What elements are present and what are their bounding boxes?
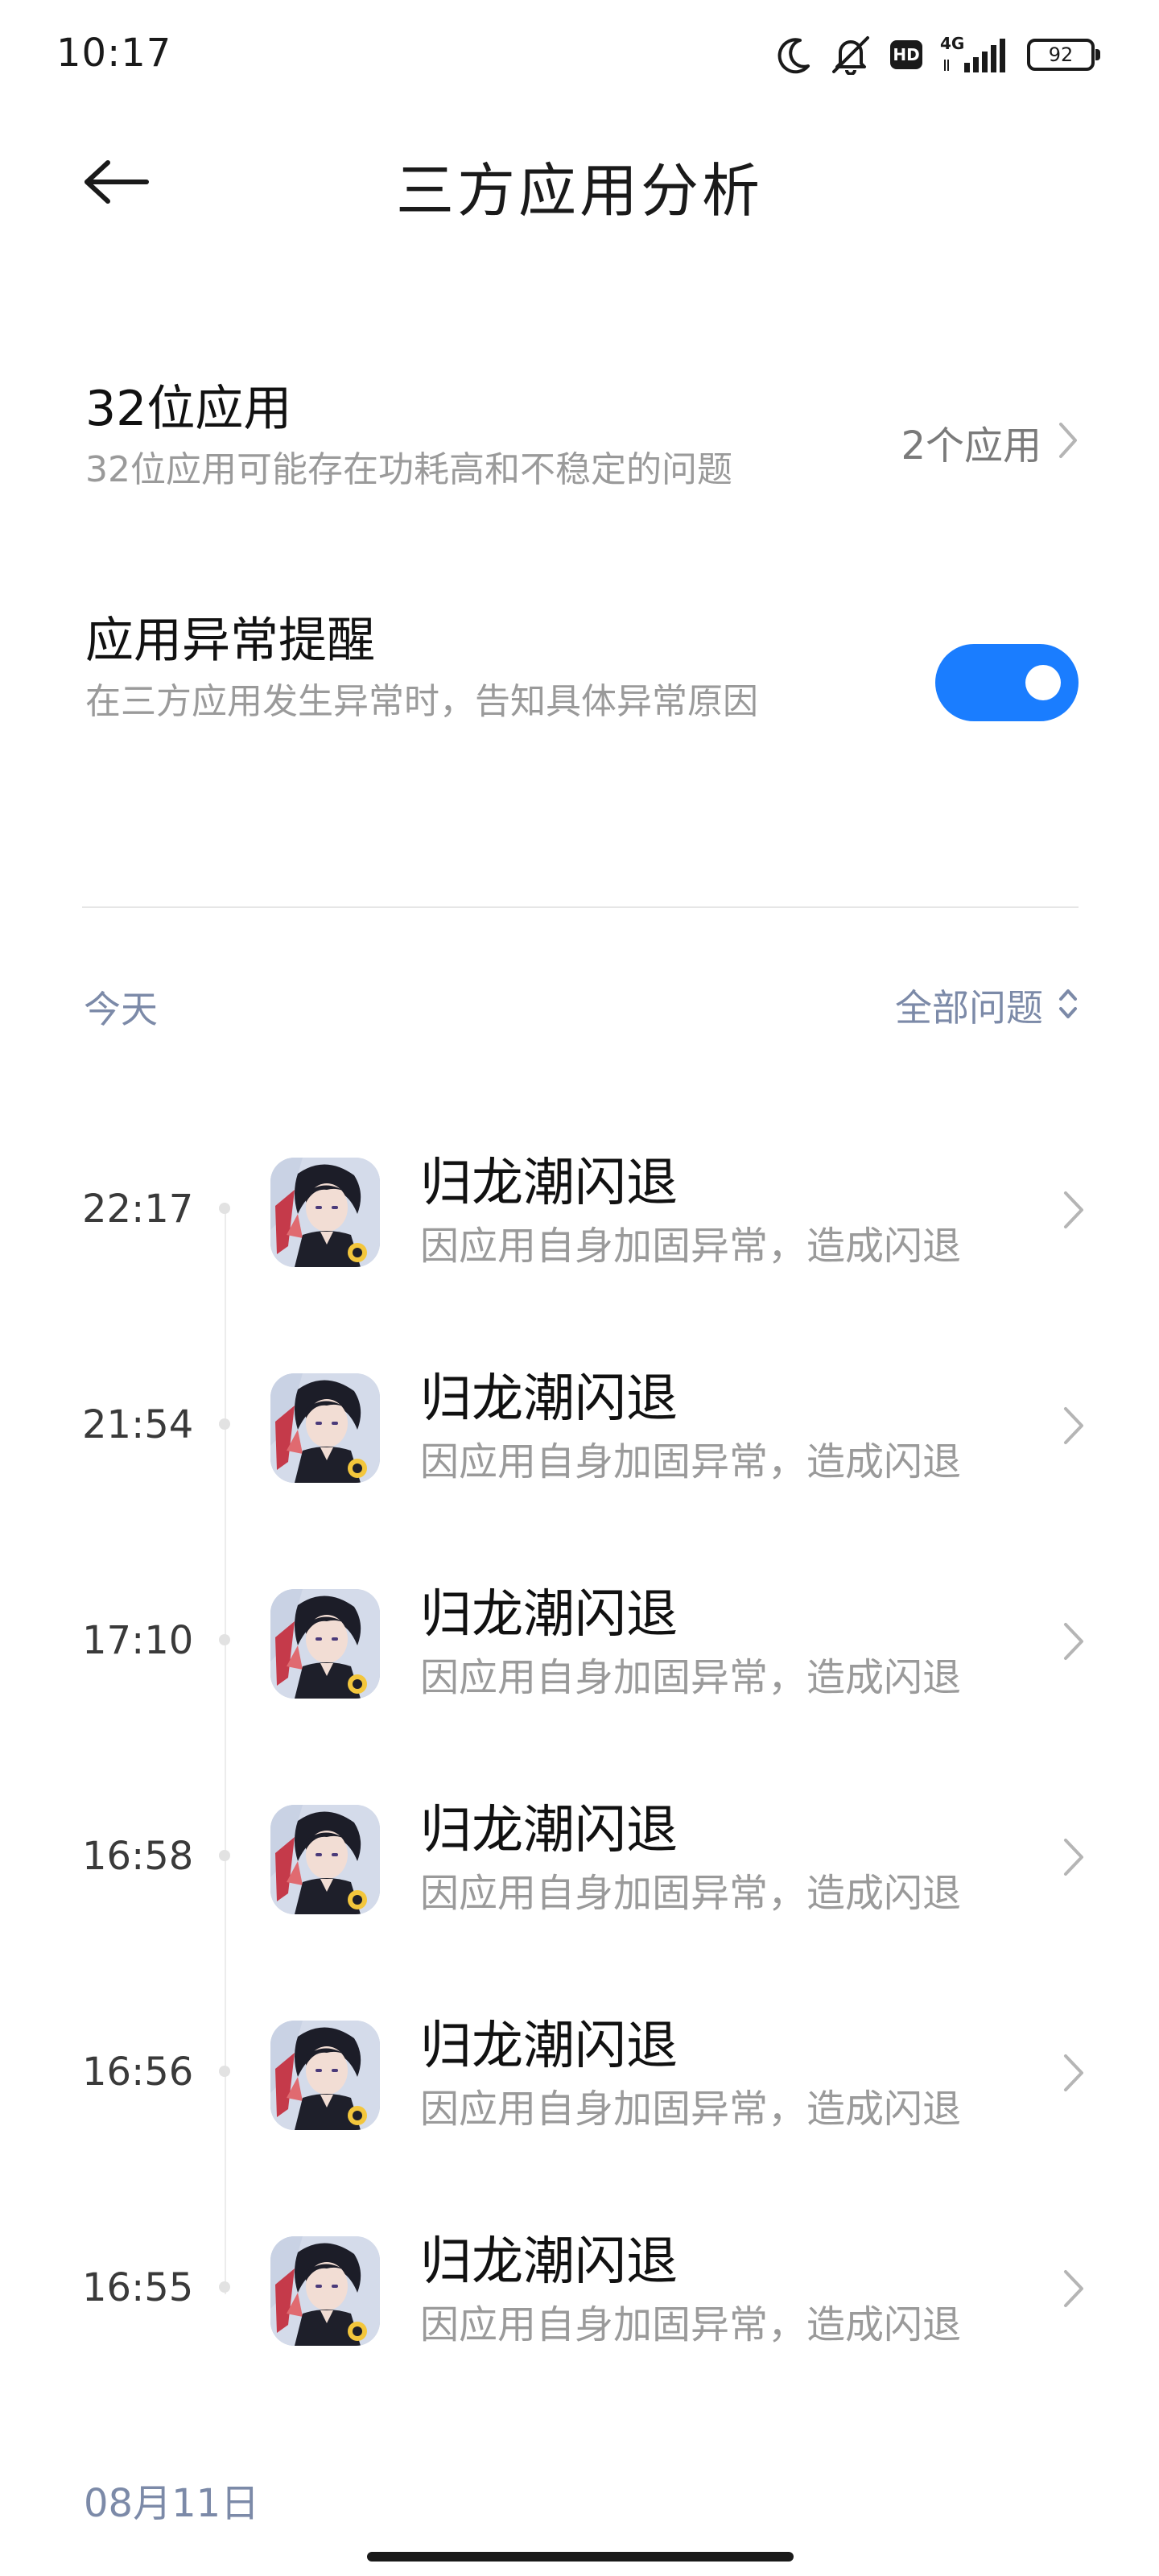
- setting-value: 2个应用: [901, 414, 1079, 470]
- event-description: 因应用自身加固异常，造成闪退: [420, 1871, 962, 1916]
- chevron-right-icon: [1062, 2053, 1085, 2096]
- event-time: 17:10: [82, 1618, 194, 1663]
- section-label-today: 今天: [84, 988, 158, 1031]
- crash-event-row[interactable]: 22:17 归龙潮闪退 因应用自身加固异常，造成闪退: [0, 1127, 1159, 1288]
- battery-icon: 92: [1027, 39, 1100, 71]
- chevron-right-icon: [1058, 421, 1079, 463]
- crash-event-row[interactable]: 16:55 归龙潮闪退 因应用自身加固异常，造成闪退: [0, 2206, 1159, 2367]
- status-time: 10:17: [56, 31, 172, 76]
- event-time: 16:56: [82, 2050, 194, 2095]
- app-icon: [270, 1158, 380, 1267]
- chevron-right-icon: [1062, 1406, 1085, 1449]
- status-bar: 10:17 HD 4G 92: [0, 0, 1159, 105]
- chevron-right-icon: [1062, 1837, 1085, 1880]
- timeline-dot: [219, 1418, 230, 1430]
- hd-badge: HD: [890, 40, 922, 69]
- app-icon: [270, 1373, 380, 1483]
- divider: [82, 906, 1079, 908]
- event-description: 因应用自身加固异常，造成闪退: [420, 2302, 962, 2347]
- app-count: 2个应用: [901, 423, 1041, 469]
- setting-description: 在三方应用发生异常时，告知具体异常原因: [85, 681, 758, 722]
- crash-event-row[interactable]: 17:10 归龙潮闪退 因应用自身加固异常，造成闪退: [0, 1558, 1159, 1719]
- app-icon: [270, 2236, 380, 2346]
- timeline-dot: [219, 1203, 230, 1214]
- app-icon: [270, 1805, 380, 1914]
- event-description: 因应用自身加固异常，造成闪退: [420, 1439, 962, 1484]
- event-description: 因应用自身加固异常，造成闪退: [420, 2087, 962, 2132]
- event-title: 归龙潮闪退: [420, 1154, 678, 1213]
- setting-32bit-apps[interactable]: 32位应用 32位应用可能存在功耗高和不稳定的问题 2个应用: [85, 377, 1079, 514]
- timeline-dot: [219, 2066, 230, 2077]
- filter-dropdown[interactable]: 全部问题: [895, 979, 1079, 1032]
- event-title: 归龙潮闪退: [420, 1585, 678, 1645]
- event-title: 归龙潮闪退: [420, 2232, 678, 2292]
- mute-bell-icon: [829, 35, 872, 75]
- sort-updown-icon: [1058, 986, 1079, 1025]
- moon-icon: [776, 35, 811, 74]
- crash-event-row[interactable]: 16:58 归龙潮闪退 因应用自身加固异常，造成闪退: [0, 1774, 1159, 1935]
- status-icons: HD 4G 92: [776, 32, 1100, 77]
- page-title: 三方应用分析: [395, 157, 763, 225]
- setting-abnormal-alert: 应用异常提醒 在三方应用发生异常时，告知具体异常原因: [85, 609, 1079, 745]
- event-title: 归龙潮闪退: [420, 2017, 678, 2076]
- app-icon: [270, 1589, 380, 1699]
- chevron-right-icon: [1062, 1190, 1085, 1233]
- event-title: 归龙潮闪退: [420, 1801, 678, 1860]
- event-time: 16:58: [82, 1834, 194, 1879]
- signal-icon: 4G: [940, 34, 1009, 74]
- filter-label: 全部问题: [895, 986, 1043, 1030]
- event-time: 22:17: [82, 1187, 194, 1232]
- event-time: 21:54: [82, 1402, 194, 1447]
- abnormal-alert-toggle[interactable]: [935, 644, 1079, 721]
- timeline-dot: [219, 1634, 230, 1645]
- home-indicator[interactable]: [367, 2552, 794, 2562]
- crash-event-row[interactable]: 16:56 归龙潮闪退 因应用自身加固异常，造成闪退: [0, 1990, 1159, 2151]
- setting-title: 应用异常提醒: [85, 613, 375, 669]
- toggle-knob: [1025, 665, 1061, 700]
- event-description: 因应用自身加固异常，造成闪退: [420, 1224, 962, 1269]
- battery-level: 92: [1048, 43, 1074, 66]
- crash-event-row[interactable]: 21:54 归龙潮闪退 因应用自身加固异常，造成闪退: [0, 1343, 1159, 1504]
- chevron-right-icon: [1062, 2268, 1085, 2312]
- event-title: 归龙潮闪退: [420, 1369, 678, 1429]
- event-description: 因应用自身加固异常，造成闪退: [420, 1655, 962, 1700]
- chevron-right-icon: [1062, 1621, 1085, 1665]
- timeline-dot: [219, 1850, 230, 1861]
- date-label: 08月11日: [84, 2481, 260, 2526]
- timeline-dot: [219, 2281, 230, 2293]
- event-time: 16:55: [82, 2265, 194, 2310]
- app-icon: [270, 2021, 380, 2130]
